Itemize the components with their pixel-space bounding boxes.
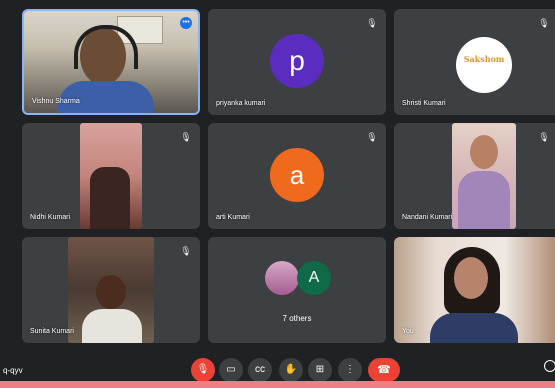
participant-head: [470, 135, 498, 169]
participant-head: [96, 275, 126, 309]
avatar: p: [270, 34, 324, 88]
meeting-controls-bar: 🎙 ▭ cc ✋ ⊞ ⋮ ☎: [0, 345, 555, 381]
present-icon: ⊞: [315, 364, 325, 375]
participant-tile-vishnu[interactable]: ••• Vishnu Sharma: [22, 9, 200, 115]
participant-figure: [90, 167, 130, 229]
avatar-photo: [265, 261, 299, 295]
more-vert-icon: ⋮: [345, 364, 355, 375]
info-icon[interactable]: [544, 360, 555, 372]
mic-off-icon: 🎙: [196, 364, 210, 375]
mic-off-icon: 🎙: [180, 132, 192, 142]
camera-icon: ▭: [226, 364, 236, 375]
participant-name: Nandani Kumari: [402, 214, 453, 221]
meet-screen: ••• Vishnu Sharma p 🎙 priyanka kumari Sa…: [0, 0, 555, 381]
participant-name: priyanka kumari: [216, 100, 266, 107]
raise-hand-button[interactable]: ✋: [279, 358, 303, 381]
participant-clothing: [430, 313, 518, 343]
meeting-code: q-qyv: [3, 366, 23, 375]
participant-name: Sunita Kumari: [30, 328, 74, 335]
more-options-button[interactable]: ⋮: [338, 358, 362, 381]
captions-icon: cc: [255, 364, 265, 375]
participant-clothing: [82, 309, 142, 343]
mic-off-icon: 🎙: [538, 132, 550, 142]
hangup-button[interactable]: ☎: [368, 358, 400, 381]
mic-off-icon: 🎙: [180, 246, 192, 256]
mic-off-icon: 🎙: [366, 18, 378, 28]
speaking-indicator-icon: •••: [180, 17, 192, 29]
captions-button[interactable]: cc: [248, 358, 272, 381]
participant-name: Shristi Kumari: [402, 100, 446, 107]
participant-tile-nandani[interactable]: 🎙 Nandani Kumari: [394, 123, 555, 229]
hangup-icon: ☎: [377, 364, 391, 376]
mic-off-button[interactable]: 🎙: [191, 358, 215, 381]
avatar: A: [297, 261, 331, 295]
participant-tile-others[interactable]: A 7 others: [208, 237, 386, 343]
present-button[interactable]: ⊞: [308, 358, 332, 381]
logo-text: Sakshom: [463, 54, 505, 64]
raise-hand-icon: ✋: [284, 364, 298, 375]
avatar: a: [270, 148, 324, 202]
logo-avatar: [456, 37, 512, 93]
mic-off-icon: 🎙: [538, 18, 550, 28]
participant-head: [454, 257, 488, 299]
participant-name: Vishnu Sharma: [32, 98, 80, 105]
mic-off-icon: 🎙: [366, 132, 378, 142]
participant-tile-arti[interactable]: a 🎙 arti Kumari: [208, 123, 386, 229]
participant-name: Nidhi Kumari: [30, 214, 71, 221]
participant-name: You: [402, 328, 414, 335]
participant-name: arti Kumari: [216, 214, 250, 221]
participant-tile-you[interactable]: You: [394, 237, 555, 343]
others-count: 7 others: [282, 314, 312, 323]
participant-clothing: [458, 171, 510, 229]
camera-button[interactable]: ▭: [219, 358, 243, 381]
participant-tile-nidhi[interactable]: 🎙 Nidhi Kumari: [22, 123, 200, 229]
participant-tile-shristi[interactable]: Sakshom 🎙 Shristi Kumari: [394, 9, 555, 115]
participant-tile-sunita[interactable]: 🎙 Sunita Kumari: [22, 237, 200, 343]
participant-tile-priyanka[interactable]: p 🎙 priyanka kumari: [208, 9, 386, 115]
